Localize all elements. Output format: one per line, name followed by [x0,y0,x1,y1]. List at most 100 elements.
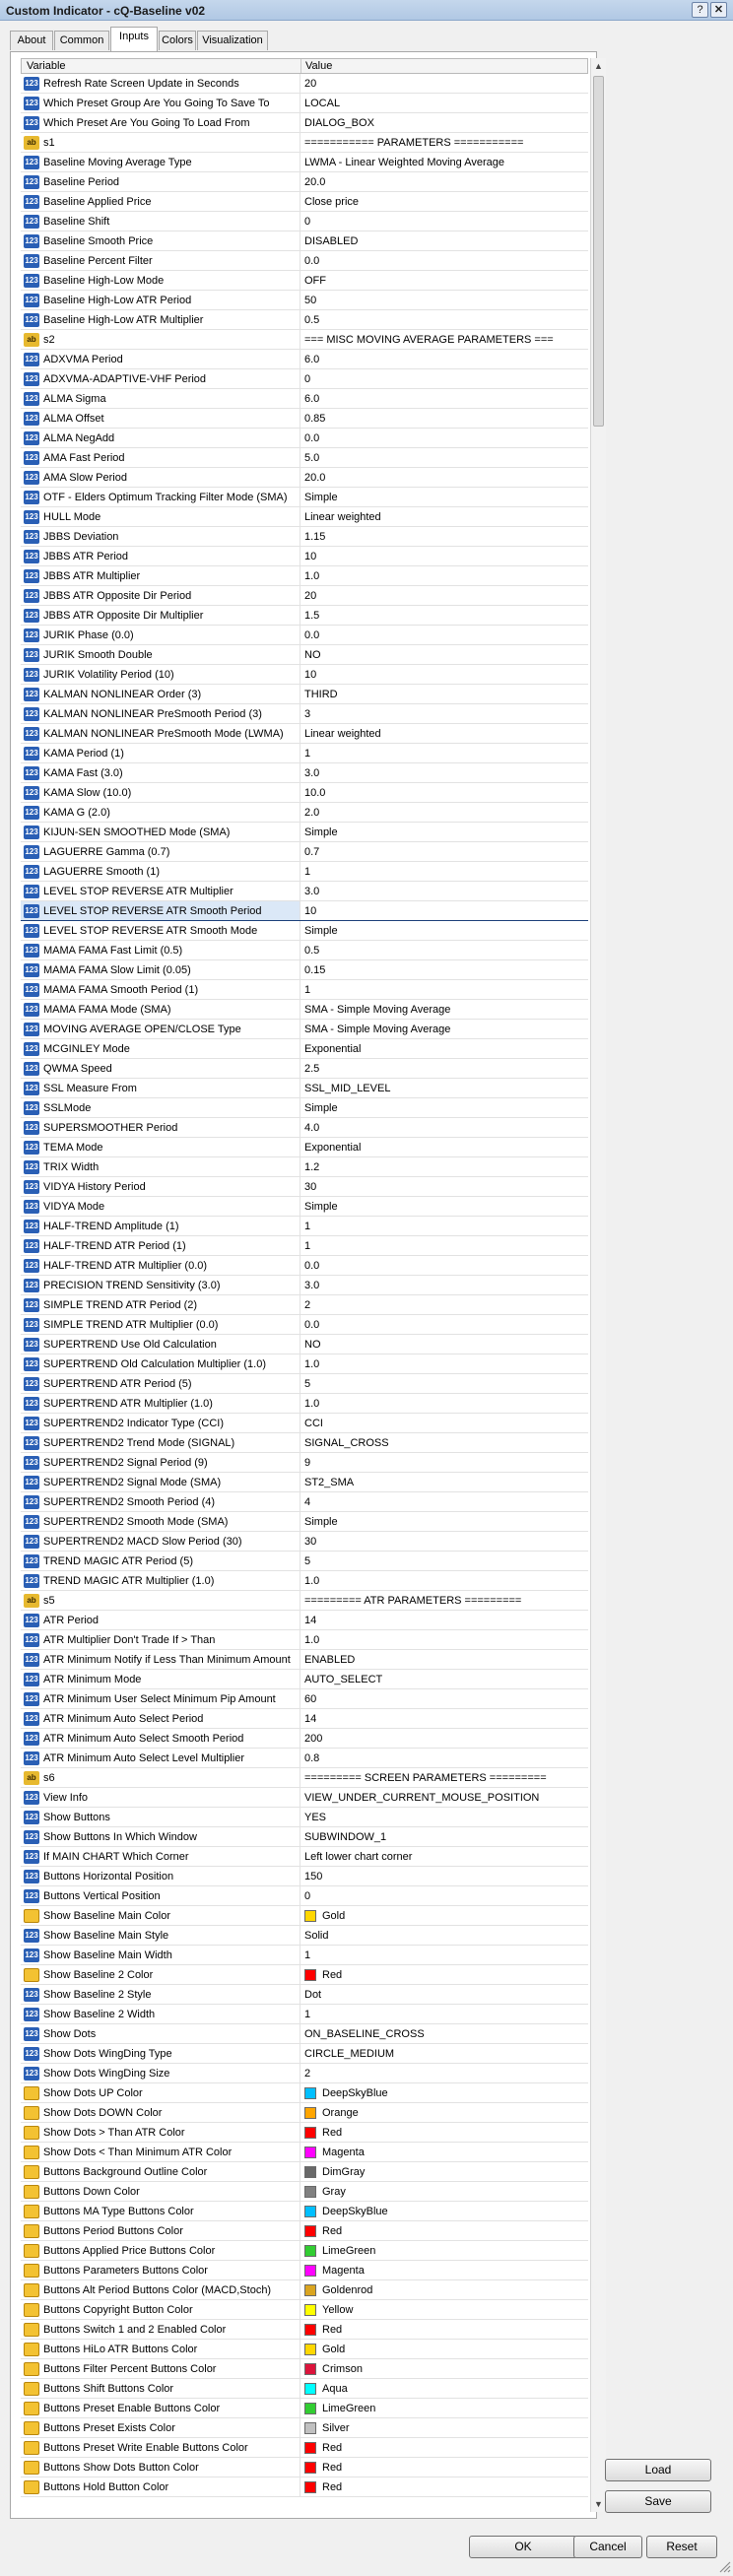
param-row[interactable]: 123 JBBS ATR Opposite Dir Multiplier 1.5 [21,606,588,626]
help-button[interactable]: ? [692,2,708,18]
param-row[interactable]: 123 Baseline Period 20.0 [21,172,588,192]
param-value-cell[interactable]: 3.0 [300,882,588,900]
param-value-cell[interactable]: 5 [300,1552,588,1570]
param-row[interactable]: 123 SIMPLE TREND ATR Period (2) 2 [21,1295,588,1315]
param-row[interactable]: 123 PRECISION TREND Sensitivity (3.0) 3.0 [21,1276,588,1295]
param-value-cell[interactable]: 1.5 [300,606,588,625]
param-row[interactable]: Buttons Switch 1 and 2 Enabled Color Red [21,2320,588,2340]
param-row[interactable]: 123 VIDYA History Period 30 [21,1177,588,1197]
param-value-cell[interactable]: 0.5 [300,941,588,959]
param-row[interactable]: Show Baseline Main Color Gold [21,1906,588,1926]
param-row[interactable]: 123 LEVEL STOP REVERSE ATR Smooth Period 1… [21,901,588,921]
param-value-cell[interactable]: 2 [300,1295,588,1314]
param-row[interactable]: 123 KALMAN NONLINEAR PreSmooth Mode (LWMA… [21,724,588,744]
param-value-cell[interactable]: 14 [300,1709,588,1728]
param-value-cell[interactable]: 1 [300,744,588,762]
param-value-cell[interactable]: Close price [300,192,588,211]
param-value-cell[interactable]: 0.85 [300,409,588,428]
param-value-cell[interactable]: 1 [300,1946,588,1964]
param-value-cell[interactable]: LimeGreen [300,2241,588,2260]
param-row[interactable]: 123 ADXVMA Period 6.0 [21,350,588,369]
param-value-cell[interactable]: Crimson [300,2359,588,2378]
param-value-cell[interactable]: 10 [300,665,588,684]
param-value-cell[interactable]: SUBWINDOW_1 [300,1827,588,1846]
param-row[interactable]: 123 JURIK Smooth Double NO [21,645,588,665]
param-row[interactable]: 123 LAGUERRE Smooth (1) 1 [21,862,588,882]
param-row[interactable]: 123 HALF-TREND Amplitude (1) 1 [21,1217,588,1236]
param-row[interactable]: 123 Show Baseline Main Width 1 [21,1946,588,1965]
param-value-cell[interactable]: Aqua [300,2379,588,2398]
param-value-cell[interactable]: Gray [300,2182,588,2201]
param-row[interactable]: Buttons Hold Button Color Red [21,2477,588,2497]
param-value-cell[interactable]: Linear weighted [300,724,588,743]
param-value-cell[interactable]: 1 [300,980,588,999]
param-value-cell[interactable]: 1 [300,1236,588,1255]
param-value-cell[interactable]: 10 [300,547,588,565]
param-row[interactable]: 123 KAMA Slow (10.0) 10.0 [21,783,588,803]
param-value-cell[interactable]: Simple [300,1098,588,1117]
param-row[interactable]: 123 ATR Minimum Notify if Less Than Minim… [21,1650,588,1670]
save-button[interactable]: Save [605,2490,711,2513]
param-value-cell[interactable]: AUTO_SELECT [300,1670,588,1688]
param-row[interactable]: 123 JBBS ATR Opposite Dir Period 20 [21,586,588,606]
param-row[interactable]: 123 SUPERTREND2 Signal Period (9) 9 [21,1453,588,1473]
param-row[interactable]: Buttons Period Buttons Color Red [21,2221,588,2241]
variable-column-header[interactable]: Variable [22,59,301,73]
param-value-cell[interactable]: Goldenrod [300,2280,588,2299]
param-value-cell[interactable]: Gold [300,2340,588,2358]
param-value-cell[interactable]: 9 [300,1453,588,1472]
param-value-cell[interactable]: Simple [300,1197,588,1216]
param-value-cell[interactable]: Simple [300,823,588,841]
param-row[interactable]: 123 ALMA Offset 0.85 [21,409,588,429]
param-row[interactable]: 123 MAMA FAMA Fast Limit (0.5) 0.5 [21,941,588,960]
param-row[interactable]: 123 MCGINLEY Mode Exponential [21,1039,588,1059]
param-value-cell[interactable]: Yellow [300,2300,588,2319]
param-value-cell[interactable]: 4 [300,1492,588,1511]
param-row[interactable]: 123 Buttons Horizontal Position 150 [21,1867,588,1886]
param-value-cell[interactable]: SMA - Simple Moving Average [300,1020,588,1038]
param-row[interactable]: 123 SUPERTREND2 Signal Mode (SMA) ST2_SMA [21,1473,588,1492]
param-value-cell[interactable]: LimeGreen [300,2399,588,2417]
param-value-cell[interactable]: Silver [300,2418,588,2437]
param-row[interactable]: 123 SUPERTREND ATR Period (5) 5 [21,1374,588,1394]
param-row[interactable]: 123 TRIX Width 1.2 [21,1157,588,1177]
param-value-cell[interactable]: 20.0 [300,172,588,191]
param-value-cell[interactable]: 3 [300,704,588,723]
param-value-cell[interactable]: ========= ATR PARAMETERS ========= [300,1591,588,1610]
param-row[interactable]: 123 HALF-TREND ATR Period (1) 1 [21,1236,588,1256]
param-value-cell[interactable]: 200 [300,1729,588,1748]
param-value-cell[interactable]: 50 [300,291,588,309]
param-value-cell[interactable]: 2.5 [300,1059,588,1078]
param-row[interactable]: 123 SUPERTREND2 Indicator Type (CCI) CCI [21,1414,588,1433]
param-row[interactable]: 123 Baseline High-Low Mode OFF [21,271,588,291]
param-row[interactable]: 123 ADXVMA-ADAPTIVE-VHF Period 0 [21,369,588,389]
param-value-cell[interactable]: 0 [300,369,588,388]
param-value-cell[interactable]: Gold [300,1906,588,1925]
param-value-cell[interactable]: 1 [300,862,588,881]
param-row[interactable]: Buttons Alt Period Buttons Color (MACD,S… [21,2280,588,2300]
param-row[interactable]: 123 ATR Minimum Auto Select Smooth Period… [21,1729,588,1749]
param-row[interactable]: Buttons Preset Write Enable Buttons Colo… [21,2438,588,2458]
param-row[interactable]: Buttons Copyright Button Color Yellow [21,2300,588,2320]
param-row[interactable]: Buttons Preset Exists Color Silver [21,2418,588,2438]
tab-about[interactable]: About [10,31,53,50]
param-row[interactable]: 123 AMA Slow Period 20.0 [21,468,588,488]
close-button[interactable]: ✕ [710,2,727,18]
param-row[interactable]: 123 JURIK Volatility Period (10) 10 [21,665,588,685]
param-row[interactable]: 123 AMA Fast Period 5.0 [21,448,588,468]
param-row[interactable]: ab s6 ========= SCREEN PARAMETERS ========… [21,1768,588,1788]
param-row[interactable]: 123 Buttons Vertical Position 0 [21,1886,588,1906]
param-row[interactable]: Buttons MA Type Buttons Color DeepSkyBlue [21,2202,588,2221]
param-row[interactable]: 123 Baseline Moving Average Type LWMA - Li… [21,153,588,172]
param-value-cell[interactable]: ST2_SMA [300,1473,588,1491]
param-row[interactable]: ab s5 ========= ATR PARAMETERS ========= [21,1591,588,1611]
param-value-cell[interactable]: 0.0 [300,1315,588,1334]
param-row[interactable]: Show Dots < Than Minimum ATR Color Magent… [21,2143,588,2162]
param-value-cell[interactable]: 0.8 [300,1749,588,1767]
param-row[interactable]: ab s2 === MISC MOVING AVERAGE PARAMETERS =… [21,330,588,350]
param-row[interactable]: 123 SUPERTREND Old Calculation Multiplier… [21,1354,588,1374]
param-value-cell[interactable]: 6.0 [300,350,588,368]
param-row[interactable]: 123 LAGUERRE Gamma (0.7) 0.7 [21,842,588,862]
param-value-cell[interactable]: 20 [300,74,588,93]
param-value-cell[interactable]: 4.0 [300,1118,588,1137]
